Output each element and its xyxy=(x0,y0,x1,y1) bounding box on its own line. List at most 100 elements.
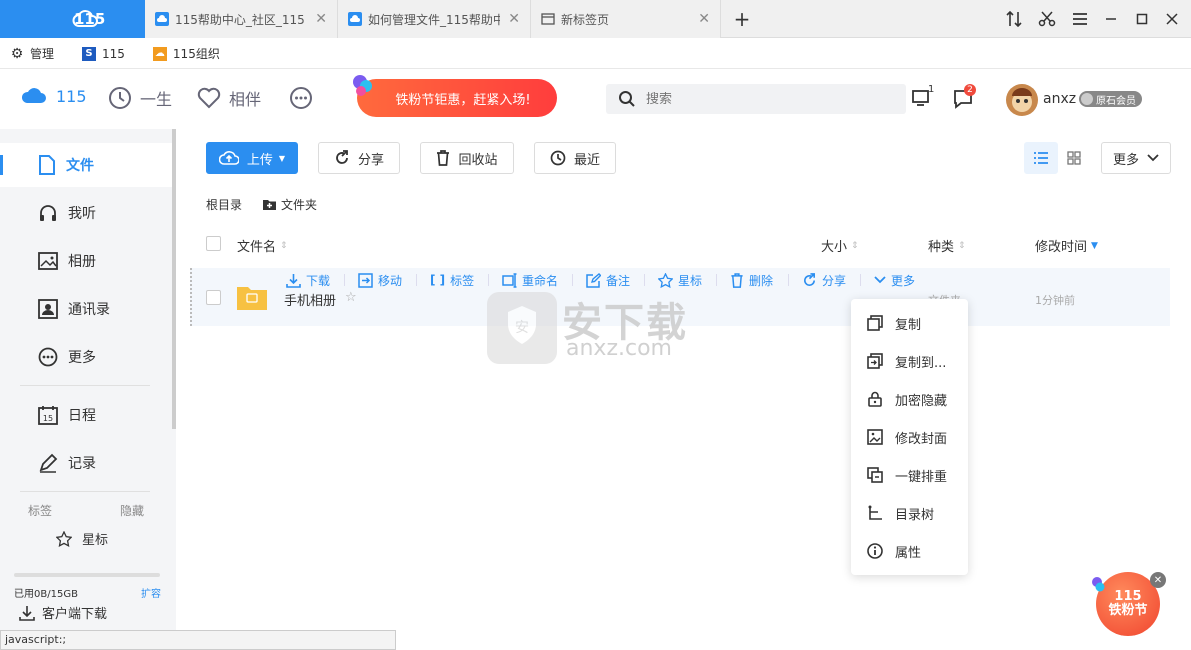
bookmark-115[interactable]: S 115 xyxy=(82,46,125,61)
minimize-icon[interactable] xyxy=(1100,0,1122,38)
sort-icon[interactable] xyxy=(1002,0,1026,38)
close-icon[interactable]: ✕ xyxy=(508,11,520,27)
maximize-icon[interactable] xyxy=(1131,0,1153,38)
menu-item-copy-to[interactable]: 复制到... xyxy=(851,342,968,380)
tag-action[interactable]: [ ] 标签 xyxy=(430,270,474,290)
balloon-icon xyxy=(352,74,374,102)
share-action[interactable]: 分享 xyxy=(802,270,846,290)
device-count: 1 xyxy=(928,84,935,95)
menu-item-label: 一键排重 xyxy=(895,469,948,485)
new-tab-button[interactable]: + xyxy=(730,0,754,38)
close-icon[interactable]: ✕ xyxy=(698,11,710,27)
avatar[interactable] xyxy=(1006,84,1038,116)
star-label: 星标 xyxy=(82,533,109,548)
member-label: 原石会员 xyxy=(1096,95,1136,107)
star-icon[interactable]: ☆ xyxy=(345,290,357,305)
column-size[interactable]: 大小 ⇕ xyxy=(821,236,859,255)
row-checkbox[interactable] xyxy=(206,290,221,305)
promo-text: 铁粉节钜惠，赶紧入场! xyxy=(395,92,531,108)
badge-line2: 铁粉节 xyxy=(1108,603,1148,618)
pen-icon xyxy=(38,453,58,473)
sidebar-item-album[interactable]: 相册 xyxy=(0,239,172,283)
more-dropdown-button[interactable]: 更多 xyxy=(1101,142,1171,174)
sidebar-item-records[interactable]: 记录 xyxy=(0,441,172,485)
browser-brand-tab[interactable]: 115 xyxy=(0,0,145,38)
sidebar-item-files[interactable]: 文件 xyxy=(0,143,172,187)
tag-icon: [ ] xyxy=(430,273,446,287)
lock-icon xyxy=(867,391,883,407)
menu-item-dedupe[interactable]: 一键排重 xyxy=(851,456,968,494)
sort-desc-icon: ▼ xyxy=(1091,240,1098,251)
note-action[interactable]: 备注 xyxy=(586,270,630,290)
tab-new[interactable]: 新标签页 ✕ xyxy=(531,0,721,38)
list-view-button[interactable] xyxy=(1024,142,1058,174)
close-icon[interactable]: ✕ xyxy=(315,11,327,27)
username[interactable]: anxz xyxy=(1043,91,1076,107)
new-folder-label: 文件夹 xyxy=(281,198,318,212)
download-action[interactable]: 下载 xyxy=(286,270,330,290)
search-input[interactable] xyxy=(646,91,886,107)
sidebar-item-star[interactable]: 星标 xyxy=(56,529,108,548)
bookmark-label: 115组织 xyxy=(172,47,220,61)
nav-label: 一生 xyxy=(140,90,173,109)
tab-title: 新标签页 xyxy=(561,12,610,27)
menu-item-change-cover[interactable]: 修改封面 xyxy=(851,418,968,456)
column-type[interactable]: 种类 ⇕ xyxy=(928,236,966,255)
menu-icon[interactable] xyxy=(1068,0,1092,38)
recent-button[interactable]: 最近 xyxy=(534,142,616,174)
nav-lifetime[interactable]: 一生 xyxy=(108,86,172,110)
nav-115[interactable]: 115 xyxy=(20,86,87,106)
nav-companion[interactable]: 相伴 xyxy=(197,86,261,110)
menu-item-copy[interactable]: 复制 xyxy=(851,304,968,342)
client-download[interactable]: 客户端下载 xyxy=(18,603,107,622)
download-icon xyxy=(18,604,36,622)
file-name[interactable]: 手机相册 xyxy=(284,290,336,309)
select-all-checkbox[interactable] xyxy=(206,236,221,251)
sidebar-item-schedule[interactable]: 15 日程 xyxy=(0,393,172,437)
sort-icon: ⇕ xyxy=(958,240,966,251)
column-label: 大小 xyxy=(821,240,848,255)
chevron-down-icon xyxy=(1147,154,1159,162)
upload-button[interactable]: 上传 ▼ xyxy=(206,142,298,174)
breadcrumb-root[interactable]: 根目录 xyxy=(206,196,242,213)
star-action[interactable]: 星标 xyxy=(658,270,702,290)
more-icon[interactable] xyxy=(289,86,313,110)
close-badge-icon[interactable]: ✕ xyxy=(1150,572,1166,588)
move-action[interactable]: 移动 xyxy=(358,270,402,290)
tab-manage-files[interactable]: 如何管理文件_115帮助中 ✕ xyxy=(338,0,531,38)
sidebar-item-contacts[interactable]: 通讯录 xyxy=(0,287,172,331)
nav-label: 相伴 xyxy=(229,90,262,109)
action-separator xyxy=(716,274,717,286)
tab-help-center[interactable]: 115帮助中心_社区_115 ✕ xyxy=(145,0,338,38)
member-badge: 原石会员 xyxy=(1079,91,1142,107)
search-box[interactable] xyxy=(606,84,906,114)
recycle-bin-button[interactable]: 回收站 xyxy=(420,142,514,174)
hide-link[interactable]: 隐藏 xyxy=(120,502,144,519)
sidebar-item-label: 记录 xyxy=(68,456,96,472)
menu-item-encrypt-hide[interactable]: 加密隐藏 xyxy=(851,380,968,418)
sidebar-item-label: 通讯录 xyxy=(68,302,110,318)
column-name[interactable]: 文件名 ⇕ xyxy=(237,236,288,255)
menu-item-properties[interactable]: 属性 xyxy=(851,532,968,570)
sidebar-item-more[interactable]: 更多 xyxy=(0,335,172,379)
sidebar-item-listen[interactable]: 我听 xyxy=(0,191,172,235)
column-modified[interactable]: 修改时间 ▼ xyxy=(1035,236,1098,255)
share-button[interactable]: 分享 xyxy=(318,142,400,174)
message-badge: 2 xyxy=(964,84,976,96)
grid-view-button[interactable] xyxy=(1058,142,1090,174)
close-window-icon[interactable] xyxy=(1161,0,1183,38)
more-action[interactable]: 更多 xyxy=(874,270,915,290)
folder-plus-icon xyxy=(262,198,277,211)
balloon-icon xyxy=(1090,576,1106,598)
delete-action[interactable]: 删除 xyxy=(730,270,773,290)
bookmark-115-org[interactable]: ☁ 115组织 xyxy=(152,45,220,62)
bookmark-manage[interactable]: ⚙ 管理 xyxy=(10,45,54,62)
search-icon xyxy=(618,90,636,108)
promo-banner[interactable]: 铁粉节钜惠，赶紧入场! xyxy=(357,79,557,117)
new-folder-button[interactable]: 文件夹 xyxy=(262,196,317,213)
action-separator xyxy=(416,274,417,286)
expand-link[interactable]: 扩容 xyxy=(141,585,161,600)
rename-action[interactable]: 重命名 xyxy=(502,270,558,290)
scissors-icon[interactable] xyxy=(1035,0,1059,38)
menu-item-directory-tree[interactable]: 目录树 xyxy=(851,494,968,532)
